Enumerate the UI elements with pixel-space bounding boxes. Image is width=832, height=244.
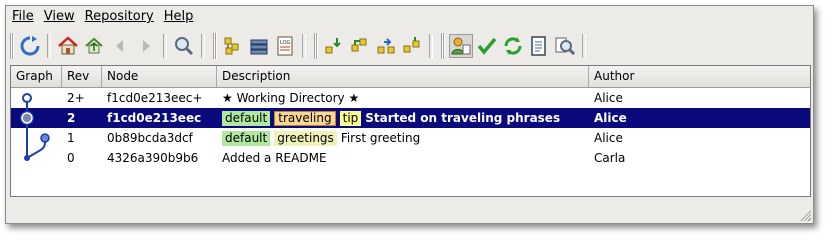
column-header-description[interactable]: Description — [217, 66, 589, 87]
pull-icon[interactable] — [348, 34, 372, 58]
table-row[interactable]: 2 f1cd0e213eec default traveling tip Sta… — [11, 108, 810, 128]
menu-repository[interactable]: Repository — [79, 6, 158, 28]
toolbar-separator — [201, 34, 205, 58]
main-window: File View Repository Help LOG Graph Rev … — [5, 5, 814, 224]
toolbar-separator — [47, 34, 51, 58]
toolbar-separator — [582, 34, 586, 58]
log-icon[interactable]: LOG — [273, 34, 297, 58]
search-icon[interactable] — [172, 34, 196, 58]
column-header-rev[interactable]: Rev — [62, 66, 102, 87]
rev-cell: 1 — [67, 131, 75, 145]
author-cell: Carla — [594, 151, 626, 165]
column-header-node[interactable]: Node — [102, 66, 217, 87]
table-row[interactable]: 1 0b89bcda3dcf default greetings First g… — [11, 128, 810, 148]
toolbar-grip[interactable] — [10, 33, 14, 59]
toolbar-grip[interactable] — [441, 33, 445, 59]
resize-grip-icon[interactable] — [799, 209, 811, 221]
toolbar-grip[interactable] — [213, 33, 217, 59]
goto-parent-icon[interactable] — [82, 34, 106, 58]
menu-view[interactable]: View — [38, 6, 79, 28]
branch-label: traveling — [274, 110, 336, 126]
revision-node[interactable] — [24, 155, 30, 161]
push-icon[interactable] — [400, 34, 424, 58]
toolbar-separator — [302, 34, 306, 58]
back-icon[interactable] — [108, 34, 132, 58]
toolbar: LOG — [6, 29, 813, 63]
toolbar-grip[interactable] — [314, 33, 318, 59]
forward-icon[interactable] — [134, 34, 158, 58]
node-cell: 0b89bcda3dcf — [107, 131, 193, 145]
rev-cell: 2 — [67, 111, 76, 125]
description-text: ★ Working Directory ★ — [222, 91, 360, 105]
node-cell: 4326a390b9b6 — [107, 151, 199, 165]
description-text: Started on traveling phrases — [365, 111, 561, 125]
menu-file[interactable]: File — [6, 6, 38, 28]
rev-cell: 0 — [67, 151, 75, 165]
description-cell: Added a README — [217, 148, 589, 168]
node-cell: f1cd0e213eec — [107, 111, 202, 125]
author-cell: Alice — [594, 91, 623, 105]
user-icon[interactable] — [449, 34, 473, 58]
manifest-icon[interactable] — [247, 34, 271, 58]
menu-help[interactable]: Help — [158, 6, 198, 28]
description-text: Added a README — [222, 151, 327, 165]
commit-check-icon[interactable] — [475, 34, 499, 58]
revision-node[interactable] — [21, 112, 33, 124]
svg-text:LOG: LOG — [280, 40, 291, 46]
toolbar-separator — [429, 34, 433, 58]
column-header-graph[interactable]: Graph — [11, 66, 62, 87]
incoming-icon[interactable] — [322, 34, 346, 58]
table-row[interactable]: 0 4326a390b9b6 Added a README Carla — [11, 148, 810, 168]
column-header-author[interactable]: Author — [589, 66, 810, 87]
table-header: Graph Rev Node Description Author — [11, 66, 810, 88]
outgoing-icon[interactable] — [374, 34, 398, 58]
toolbar-separator — [163, 34, 167, 58]
menubar: File View Repository Help — [6, 6, 813, 28]
description-cell: default greetings First greeting — [217, 128, 589, 148]
find-icon[interactable] — [553, 34, 577, 58]
branch-label: greetings — [274, 130, 337, 146]
author-cell: Alice — [594, 131, 623, 145]
branch-label: default — [222, 130, 271, 146]
branch-label: default — [222, 110, 271, 126]
author-cell: Alice — [594, 111, 627, 125]
status-bar — [6, 197, 813, 223]
refresh-icon[interactable] — [18, 34, 42, 58]
revision-node[interactable] — [40, 133, 50, 143]
sync-icon[interactable] — [501, 34, 525, 58]
home-icon[interactable] — [56, 34, 80, 58]
description-cell: default traveling tip Started on traveli… — [217, 108, 589, 128]
tag-label: tip — [339, 110, 362, 126]
table-row[interactable]: 2+ f1cd0e213eec+ ★ Working Directory ★ A… — [11, 88, 810, 108]
changelog-table[interactable]: Graph Rev Node Description Author 2+ f1c… — [10, 65, 811, 197]
description-text: First greeting — [340, 131, 421, 145]
revision-graph — [20, 93, 50, 161]
working-dir-node[interactable] — [22, 93, 32, 103]
rev-cell: 2+ — [67, 91, 85, 105]
filter-branch-icon[interactable] — [221, 34, 245, 58]
description-cell: ★ Working Directory ★ — [217, 88, 589, 108]
document-icon[interactable] — [527, 34, 551, 58]
node-cell: f1cd0e213eec+ — [107, 91, 203, 105]
